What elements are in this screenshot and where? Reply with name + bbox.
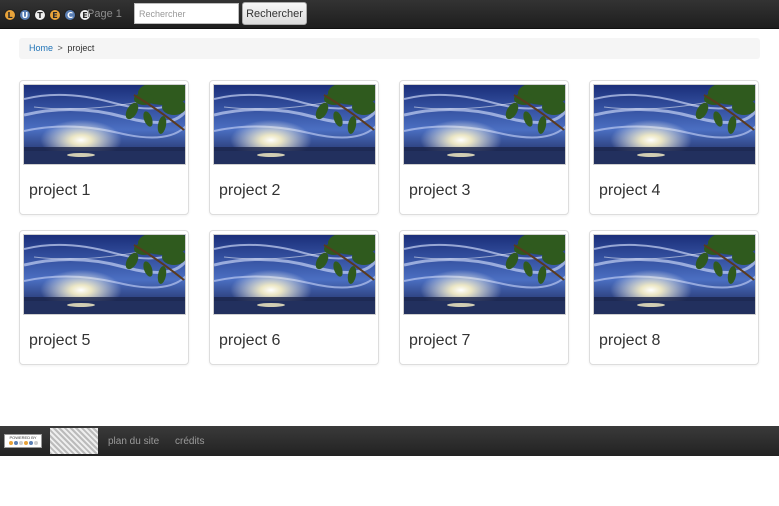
breadcrumb: Home > project: [19, 38, 760, 59]
project-thumbnail-image[interactable]: [213, 84, 376, 165]
lutece-logo[interactable]: L U T E C E: [4, 7, 94, 23]
nav-page-link[interactable]: Page 1: [87, 8, 122, 20]
project-card[interactable]: project 8: [589, 230, 759, 365]
project-thumbnail-image[interactable]: [593, 84, 756, 165]
logo-letter: L: [4, 9, 16, 21]
powered-by-label: POWERED BY: [9, 435, 37, 440]
project-card[interactable]: project 1: [19, 80, 189, 215]
credits-link[interactable]: crédits: [175, 436, 204, 447]
secondary-badge-image: [50, 428, 98, 454]
project-thumbnail-image[interactable]: [23, 84, 186, 165]
breadcrumb-current: project: [67, 43, 95, 53]
sitemap-link[interactable]: plan du site: [108, 436, 159, 447]
project-title[interactable]: project 5: [29, 332, 90, 350]
project-thumbnail-image[interactable]: [23, 234, 186, 315]
powered-by-lutece-badge[interactable]: POWERED BY: [4, 434, 42, 448]
breadcrumb-home-link[interactable]: Home: [29, 43, 53, 53]
search-button[interactable]: Rechercher: [242, 2, 307, 25]
breadcrumb-separator: >: [57, 43, 63, 53]
project-card[interactable]: project 5: [19, 230, 189, 365]
project-card[interactable]: project 2: [209, 80, 379, 215]
project-card[interactable]: project 3: [399, 80, 569, 215]
project-thumbnail-image[interactable]: [403, 84, 566, 165]
project-title[interactable]: project 3: [409, 182, 470, 200]
footer: POWERED BY plan du site crédits: [0, 426, 779, 456]
project-thumbnail-image[interactable]: [213, 234, 376, 315]
project-thumbnail-image[interactable]: [403, 234, 566, 315]
mini-logo-icon: [5, 441, 41, 445]
logo-letter: E: [49, 9, 61, 21]
logo-letter: T: [34, 9, 46, 21]
project-thumbnail-image[interactable]: [593, 234, 756, 315]
project-card[interactable]: project 6: [209, 230, 379, 365]
project-card[interactable]: project 7: [399, 230, 569, 365]
logo-letter: U: [19, 9, 31, 21]
project-title[interactable]: project 1: [29, 182, 90, 200]
project-title[interactable]: project 4: [599, 182, 660, 200]
logo-letter: C: [64, 9, 76, 21]
top-navbar: L U T E C E Page 1 Rechercher: [0, 0, 779, 29]
project-title[interactable]: project 6: [219, 332, 280, 350]
project-title[interactable]: project 7: [409, 332, 470, 350]
project-title[interactable]: project 8: [599, 332, 660, 350]
project-card[interactable]: project 4: [589, 80, 759, 215]
project-title[interactable]: project 2: [219, 182, 280, 200]
search-input[interactable]: [134, 3, 239, 24]
